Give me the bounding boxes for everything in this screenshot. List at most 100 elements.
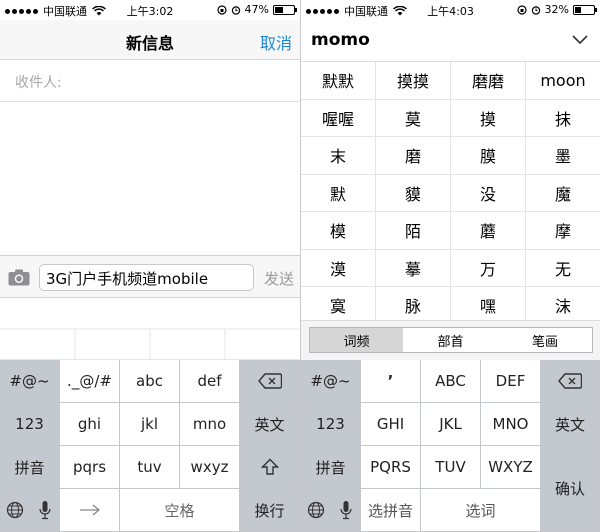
shift-key[interactable] xyxy=(240,446,300,489)
candidate-cell[interactable]: 魔 xyxy=(526,174,600,212)
jkl-key[interactable]: jkl xyxy=(120,403,180,446)
abc-key[interactable]: ABC xyxy=(421,360,481,403)
keyboard: #@~ ._@/# abc def 123 ghi jkl mno 英文 拼音 … xyxy=(0,360,300,532)
jkl-key[interactable]: JKL xyxy=(421,403,481,446)
delete-key[interactable] xyxy=(541,360,600,403)
def-key[interactable]: def xyxy=(180,360,240,403)
candidate-cell[interactable]: 莫 xyxy=(376,99,451,137)
globe-key[interactable] xyxy=(0,489,30,532)
symbols-key[interactable]: #@~ xyxy=(0,360,60,403)
tab-frequency[interactable]: 词频 xyxy=(309,327,404,353)
pqrs-key[interactable]: PQRS xyxy=(361,446,421,489)
cancel-button[interactable]: 取消 xyxy=(260,30,292,54)
candidate-cell[interactable]: 万 xyxy=(451,249,526,287)
delete-key[interactable] xyxy=(240,360,300,403)
candidate-cell[interactable]: 蘑 xyxy=(451,212,526,250)
wxyz-key[interactable]: WXYZ xyxy=(481,446,541,489)
tuv-key[interactable]: TUV xyxy=(421,446,481,489)
candidate-cell[interactable]: 喔喔 xyxy=(301,99,376,137)
english-key[interactable]: 英文 xyxy=(240,403,300,446)
candidate-cell[interactable]: moon xyxy=(526,62,600,100)
pinyin-composition: momo xyxy=(311,30,370,50)
globe-key[interactable] xyxy=(301,489,331,532)
keyboard: #@~ ’ ABC DEF 123 GHI JKL MNO 英文 拼音 PQRS… xyxy=(301,360,600,532)
candidate-cell[interactable]: 摩 xyxy=(526,212,600,250)
candidate-cell[interactable]: 没 xyxy=(451,174,526,212)
camera-icon[interactable] xyxy=(8,269,30,286)
candidate-cell[interactable]: 磨磨 xyxy=(451,62,526,100)
apostrophe-key[interactable]: ’ xyxy=(361,360,421,403)
candidate-cell[interactable]: 脉 xyxy=(376,287,451,320)
candidate-cell[interactable]: 摹 xyxy=(376,249,451,287)
candidate-grid: 默默 摸摸 磨磨 moon 喔喔莫摸抹末磨膜墨默貘没魔模陌蘑摩漠摹万无寞脉嘿沫 xyxy=(301,62,600,320)
status-bar: 中国联通 上午3:02 47% xyxy=(0,0,300,20)
candidate-cell[interactable]: 嘿 xyxy=(451,287,526,320)
recipient-field[interactable]: 收件人: xyxy=(0,60,300,102)
candidate-cell[interactable]: 寞 xyxy=(301,287,376,320)
abc-key[interactable]: abc xyxy=(120,360,180,403)
sort-tabs: 词频 部首 笔画 xyxy=(301,320,600,360)
candidate-cell[interactable]: 沫 xyxy=(526,287,600,320)
shift-arrow-icon xyxy=(260,458,279,475)
pqrs-key[interactable]: pqrs xyxy=(60,446,120,489)
pinyin-header: momo xyxy=(301,20,600,62)
microphone-key[interactable] xyxy=(331,489,361,532)
mno-key[interactable]: mno xyxy=(180,403,240,446)
select-word-key[interactable]: 选词 xyxy=(421,489,541,532)
ghi-key[interactable]: ghi xyxy=(60,403,120,446)
english-key[interactable]: 英文 xyxy=(541,403,600,446)
select-pinyin-key[interactable]: 选拼音 xyxy=(361,489,421,532)
numbers-key[interactable]: 123 xyxy=(301,403,361,446)
def-key[interactable]: DEF xyxy=(481,360,541,403)
arrow-key[interactable] xyxy=(60,489,120,532)
battery-percent: 47% xyxy=(244,3,269,16)
candidate-cell[interactable]: 漠 xyxy=(301,249,376,287)
chevron-down-icon[interactable] xyxy=(572,35,588,45)
candidate-cell[interactable]: 无 xyxy=(526,249,600,287)
left-screen: 中国联通 上午3:02 47% 新信息 取消 收件人: 3G门户手机频道mobi… xyxy=(0,0,300,532)
candidate-cell[interactable]: 默默 xyxy=(301,62,376,100)
punctuation-key[interactable]: ._@/# xyxy=(60,360,120,403)
pinyin-key[interactable]: 拼音 xyxy=(301,446,361,489)
battery-icon xyxy=(573,4,597,15)
status-bar: 中国联通 上午4:03 32% xyxy=(301,0,600,20)
wxyz-key[interactable]: wxyz xyxy=(180,446,240,489)
battery-fill xyxy=(575,6,581,13)
right-screen: 中国联通 上午4:03 32% momo 默默 摸摸 磨磨 moon 喔喔莫摸抹末磨膜墨… xyxy=(301,0,600,532)
microphone-icon xyxy=(339,501,352,520)
confirm-key[interactable]: 确认 xyxy=(541,446,600,532)
candidate-cell[interactable]: 末 xyxy=(301,137,376,175)
candidate-cell[interactable]: 模 xyxy=(301,212,376,250)
candidate-cell[interactable]: 陌 xyxy=(376,212,451,250)
battery-icon xyxy=(273,4,297,15)
numbers-key[interactable]: 123 xyxy=(0,403,60,446)
candidate-cell[interactable]: 抹 xyxy=(526,99,600,137)
symbols-key[interactable]: #@~ xyxy=(301,360,361,403)
right-arrow-icon xyxy=(79,504,100,516)
candidate-cell[interactable]: 摸 xyxy=(451,99,526,137)
candidate-cell[interactable]: 膜 xyxy=(451,137,526,175)
alarm-icon xyxy=(231,5,240,15)
candidate-cell[interactable]: 摸摸 xyxy=(376,62,451,100)
pinyin-key[interactable]: 拼音 xyxy=(0,446,60,489)
recipient-label: 收件人: xyxy=(15,75,62,91)
candidate-cell[interactable]: 磨 xyxy=(376,137,451,175)
send-button[interactable]: 发送 xyxy=(264,268,294,289)
return-key[interactable]: 换行 xyxy=(240,489,300,532)
candidate-cell[interactable]: 墨 xyxy=(526,137,600,175)
rotation-lock-icon xyxy=(516,4,527,15)
candidate-cell[interactable]: 默 xyxy=(301,174,376,212)
tab-radical[interactable]: 部首 xyxy=(403,327,499,353)
backspace-icon xyxy=(558,373,582,389)
tab-strokes[interactable]: 笔画 xyxy=(498,327,593,353)
mno-key[interactable]: MNO xyxy=(481,403,541,446)
ghi-key[interactable]: GHI xyxy=(361,403,421,446)
tuv-key[interactable]: tuv xyxy=(120,446,180,489)
backspace-icon xyxy=(257,373,282,389)
candidate-strip xyxy=(0,298,300,360)
candidate-cell[interactable]: 貘 xyxy=(376,174,451,212)
globe-icon xyxy=(6,501,23,519)
message-input[interactable]: 3G门户手机频道mobile xyxy=(39,264,254,291)
space-key[interactable]: 空格 xyxy=(120,489,240,532)
microphone-key[interactable] xyxy=(30,489,60,532)
